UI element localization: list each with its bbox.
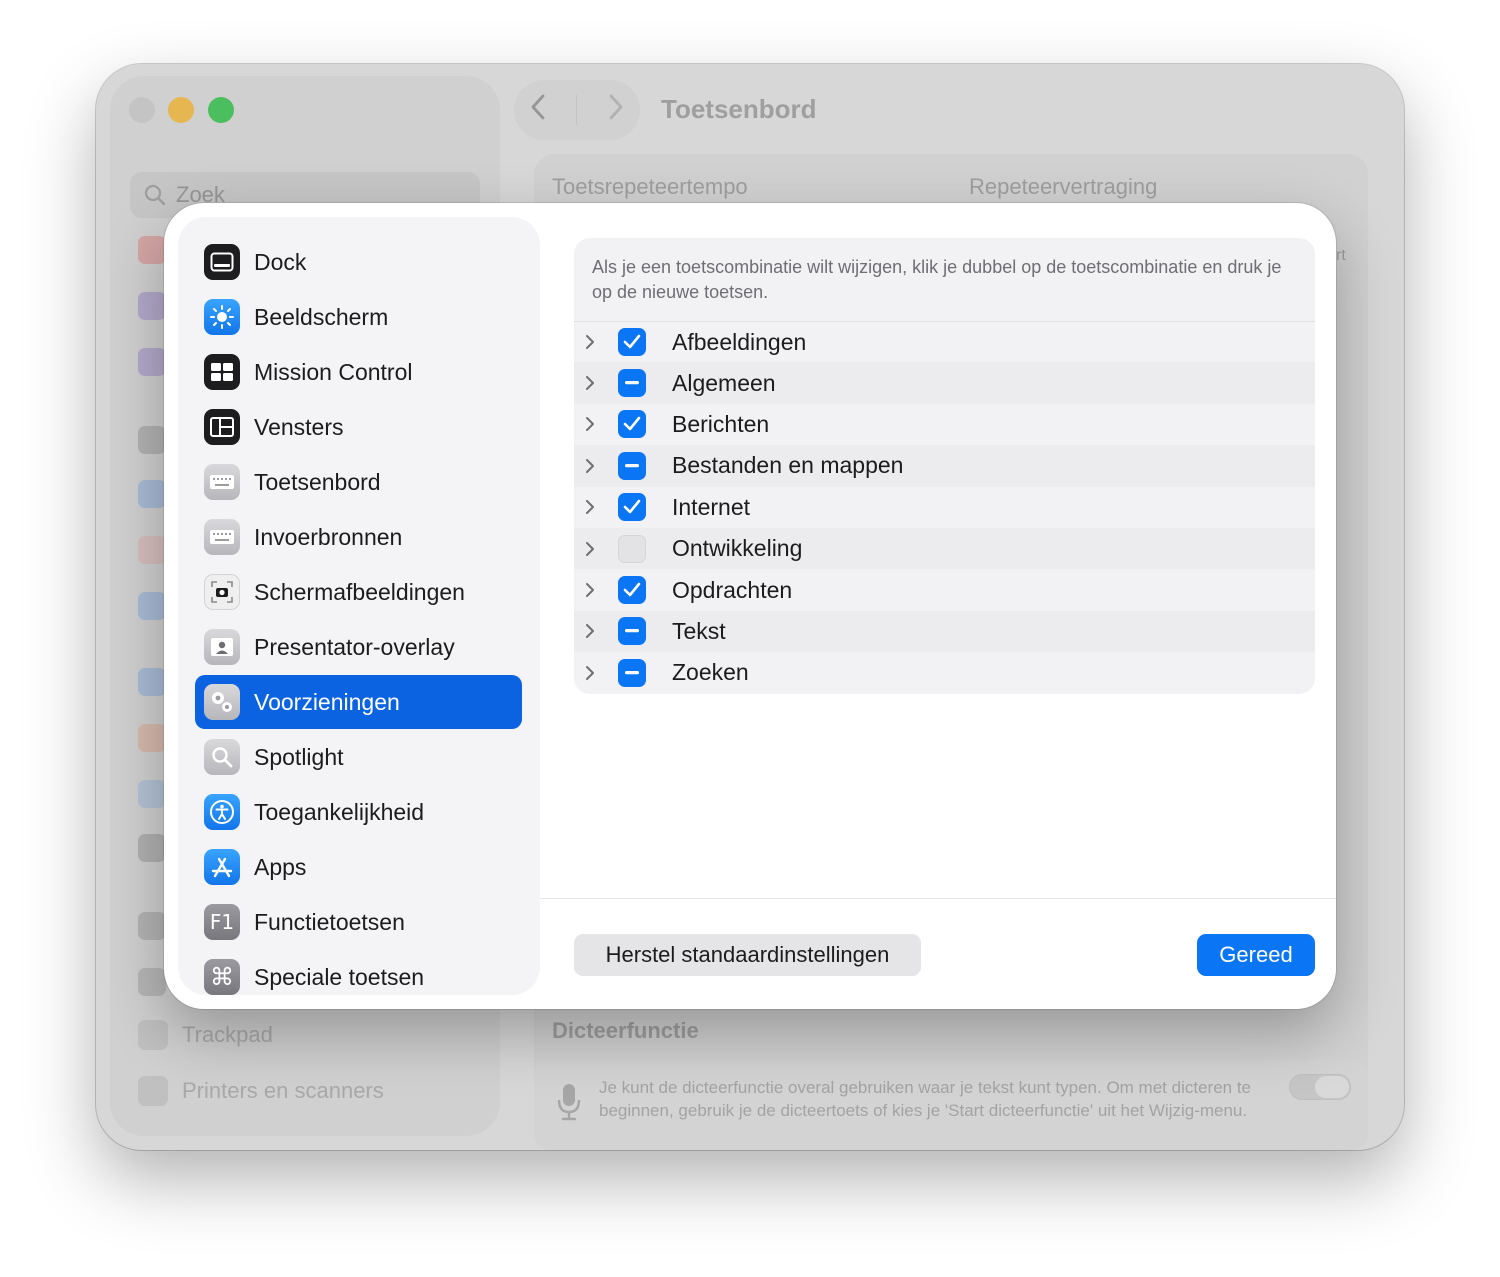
- shortcut-categories-list: Afbeeldingen Algemeen Berichten Bestande…: [574, 321, 1315, 694]
- shortcuts-sidebar: Dock Beeldscherm Mission Control Venster…: [178, 217, 540, 995]
- sidebar-item-keyboard[interactable]: Toetsenbord: [195, 455, 522, 509]
- disclosure-chevron-icon[interactable]: [582, 331, 598, 353]
- display-icon: [204, 299, 240, 335]
- checkbox-checked[interactable]: [618, 328, 646, 357]
- function-keys-icon: F1: [204, 904, 240, 940]
- app-store-icon: [204, 849, 240, 885]
- checkbox-unchecked[interactable]: [618, 534, 646, 563]
- category-row-zoeken[interactable]: Zoeken: [574, 652, 1315, 693]
- checkbox-mixed[interactable]: [618, 617, 646, 646]
- checkbox-mixed[interactable]: [618, 451, 646, 480]
- category-row-ontwikkeling[interactable]: Ontwikkeling: [574, 527, 1315, 570]
- keyboard-icon: [204, 464, 240, 500]
- shortcuts-instructions: Als je een toetscombinatie wilt wijzigen…: [592, 257, 1282, 302]
- sidebar-item-function-keys[interactable]: F1 Functietoetsen: [195, 895, 522, 949]
- services-gear-icon: [204, 684, 240, 720]
- checkbox-mixed[interactable]: [618, 658, 646, 687]
- disclosure-chevron-icon[interactable]: [582, 538, 598, 560]
- command-key-icon: ⌘: [204, 959, 240, 995]
- category-row-internet[interactable]: Internet: [574, 487, 1315, 528]
- disclosure-chevron-icon[interactable]: [582, 455, 598, 477]
- checkbox-mixed[interactable]: [618, 369, 646, 398]
- disclosure-chevron-icon[interactable]: [582, 413, 598, 435]
- sidebar-item-windows[interactable]: Vensters: [195, 400, 522, 454]
- sidebar-item-special-keys[interactable]: ⌘ Speciale toetsen: [195, 950, 522, 995]
- dock-icon: [204, 244, 240, 280]
- screenshot-icon: [204, 574, 240, 610]
- checkbox-checked[interactable]: [618, 410, 646, 439]
- disclosure-chevron-icon[interactable]: [582, 579, 598, 601]
- disclosure-chevron-icon[interactable]: [582, 662, 598, 684]
- category-row-afbeeldingen[interactable]: Afbeeldingen: [574, 321, 1315, 362]
- sidebar-item-services[interactable]: Voorzieningen: [195, 675, 522, 729]
- sidebar-item-mission-control[interactable]: Mission Control: [195, 345, 522, 399]
- presenter-overlay-icon: [204, 629, 240, 665]
- done-button[interactable]: Gereed: [1197, 934, 1315, 976]
- disclosure-chevron-icon[interactable]: [582, 372, 598, 394]
- restore-defaults-button[interactable]: Herstel standaardinstellingen: [574, 934, 921, 976]
- disclosure-chevron-icon[interactable]: [582, 620, 598, 642]
- sidebar-item-input-sources[interactable]: Invoerbronnen: [195, 510, 522, 564]
- category-row-bestanden-en-mappen[interactable]: Bestanden en mappen: [574, 445, 1315, 487]
- footer-divider: [540, 898, 1336, 899]
- category-row-algemeen[interactable]: Algemeen: [574, 362, 1315, 404]
- category-row-berichten[interactable]: Berichten: [574, 404, 1315, 445]
- sidebar-item-dock[interactable]: Dock: [195, 235, 522, 289]
- sidebar-item-display[interactable]: Beeldscherm: [195, 290, 522, 344]
- sidebar-item-screenshots[interactable]: Schermafbeeldingen: [195, 565, 522, 619]
- checkbox-checked[interactable]: [618, 493, 646, 522]
- spotlight-icon: [204, 739, 240, 775]
- checkbox-checked[interactable]: [618, 576, 646, 605]
- sidebar-item-spotlight[interactable]: Spotlight: [195, 730, 522, 784]
- windows-icon: [204, 409, 240, 445]
- category-row-opdrachten[interactable]: Opdrachten: [574, 569, 1315, 610]
- disclosure-chevron-icon[interactable]: [582, 496, 598, 518]
- sidebar-item-apps[interactable]: Apps: [195, 840, 522, 894]
- category-row-tekst[interactable]: Tekst: [574, 610, 1315, 653]
- keyboard-shortcuts-sheet: Dock Beeldscherm Mission Control Venster…: [164, 203, 1336, 1009]
- input-sources-icon: [204, 519, 240, 555]
- mission-control-icon: [204, 354, 240, 390]
- sidebar-item-presenter-overlay[interactable]: Presentator-overlay: [195, 620, 522, 674]
- accessibility-icon: [204, 794, 240, 830]
- sidebar-item-accessibility[interactable]: Toegankelijkheid: [195, 785, 522, 839]
